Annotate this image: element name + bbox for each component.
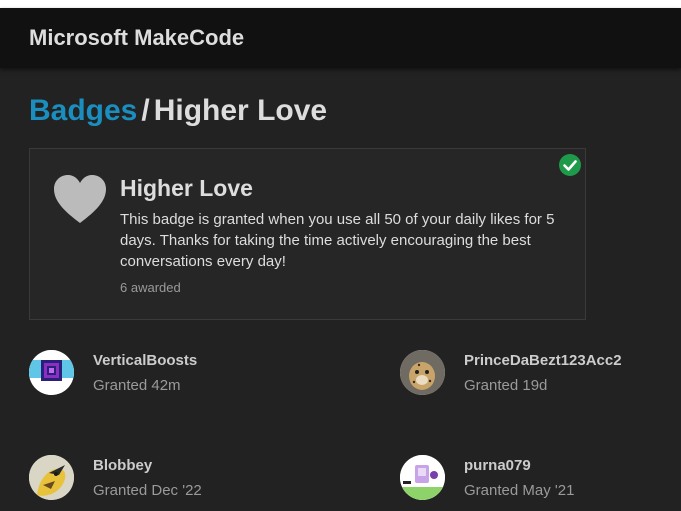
grantee-granted-date: Granted May '21 [464, 482, 575, 499]
avatar[interactable] [29, 350, 74, 395]
page-title: Higher Love [153, 94, 328, 127]
heart-icon [52, 173, 108, 225]
site-title[interactable]: Microsoft MakeCode [29, 25, 244, 51]
avatar[interactable] [400, 350, 445, 395]
breadcrumb: Badges / Higher Love [29, 94, 327, 128]
breadcrumb-separator: / [141, 94, 150, 127]
check-circle-icon [558, 153, 582, 177]
grantee-username[interactable]: VerticalBoosts [93, 352, 197, 369]
grantee-granted-date: Granted 42m [93, 377, 181, 394]
grantee-username[interactable]: purna079 [464, 457, 531, 474]
grantee-card[interactable]: PrinceDaBezt123Acc2 Granted 19d [400, 350, 681, 400]
badge-card: Higher Love This badge is granted when y… [29, 148, 586, 320]
breadcrumb-badges-link[interactable]: Badges [29, 94, 137, 127]
grantee-card[interactable]: purna079 Granted May '21 [400, 455, 681, 505]
badge-awarded-count: 6 awarded [120, 280, 181, 295]
grantee-card[interactable]: VerticalBoosts Granted 42m [29, 350, 329, 400]
grantee-username[interactable]: Blobbey [93, 457, 152, 474]
badge-name: Higher Love [120, 175, 253, 201]
avatar[interactable] [400, 455, 445, 500]
grantee-granted-date: Granted Dec '22 [93, 482, 202, 499]
top-edge [0, 0, 681, 8]
avatar[interactable] [29, 455, 74, 500]
grantee-card[interactable]: Blobbey Granted Dec '22 [29, 455, 329, 505]
grantee-username[interactable]: PrinceDaBezt123Acc2 [464, 352, 622, 369]
badge-description: This badge is granted when you use all 5… [120, 211, 555, 270]
grantee-granted-date: Granted 19d [464, 377, 548, 394]
site-header: Microsoft MakeCode [0, 8, 681, 68]
